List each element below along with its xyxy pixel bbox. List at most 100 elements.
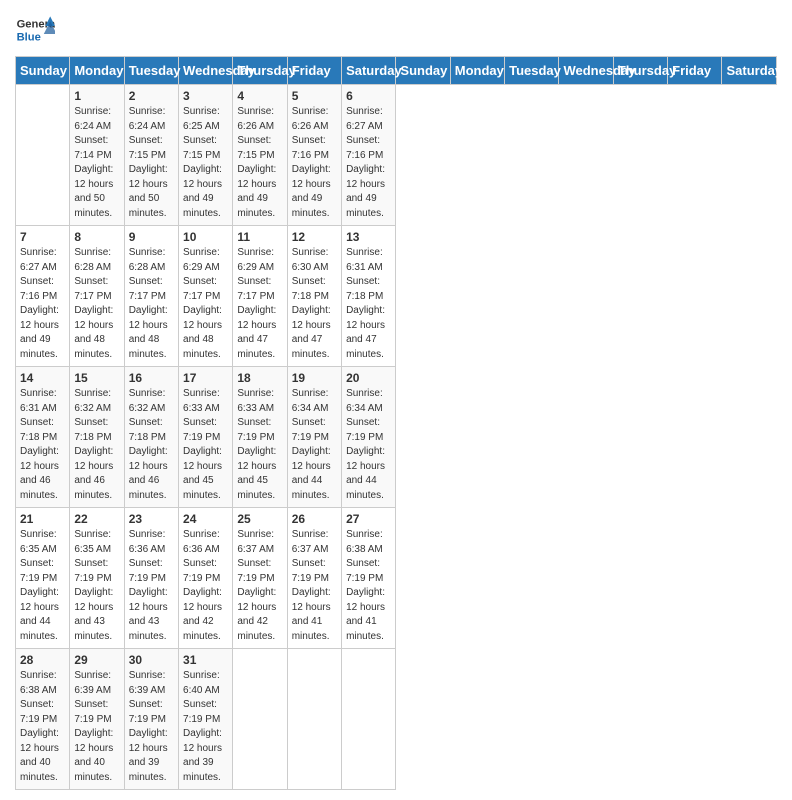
daylight-label: Daylight: 12 hours and 42 minutes. [237, 587, 276, 642]
daylight-label: Daylight: 12 hours and 49 minutes. [346, 164, 385, 219]
daylight-label: Daylight: 12 hours and 43 minutes. [74, 587, 113, 642]
daylight-label: Daylight: 12 hours and 39 minutes. [129, 728, 168, 783]
sunrise-label: Sunrise: 6:29 AM [183, 247, 220, 273]
day-number: 29 [74, 653, 119, 667]
day-number: 25 [237, 512, 282, 526]
daylight-label: Daylight: 12 hours and 40 minutes. [74, 728, 113, 783]
calendar-week-3: 14 Sunrise: 6:31 AMSunset: 7:18 PMDayligh… [16, 367, 777, 508]
calendar-cell: 30Sunrise: 6:39 AMSunset: 7:19 PMDayligh… [124, 649, 178, 790]
calendar-cell: 21Sunrise: 6:35 AMSunset: 7:19 PMDayligh… [16, 508, 70, 649]
day-number: 14 [20, 371, 65, 385]
sunrise-label: Sunrise: 6:30 AM [292, 247, 329, 273]
calendar-cell: 19Sunrise: 6:34 AMSunset: 7:19 PMDayligh… [287, 367, 341, 508]
sunset-label: Sunset: 7:19 PM [74, 558, 111, 584]
day-info: Sunrise: 6:29 AMSunset: 7:17 PMDaylight:… [237, 246, 282, 362]
calendar-cell: 14 Sunrise: 6:31 AMSunset: 7:18 PMDayligh… [16, 367, 70, 508]
day-number: 6 [346, 89, 391, 103]
sunrise-label: Sunrise: 6:38 AM [346, 529, 383, 555]
calendar-header-row: SundayMondayTuesdayWednesdayThursdayFrid… [16, 57, 777, 85]
day-number: 27 [346, 512, 391, 526]
svg-text:Blue: Blue [17, 31, 41, 43]
day-number: 4 [237, 89, 282, 103]
day-number: 12 [292, 230, 337, 244]
day-number: 19 [292, 371, 337, 385]
calendar-table: SundayMondayTuesdayWednesdayThursdayFrid… [15, 56, 777, 790]
sunset-label: Sunset: 7:17 PM [74, 276, 111, 302]
day-header-friday: Friday [668, 57, 722, 85]
sunset-label: Sunset: 7:17 PM [183, 276, 220, 302]
calendar-cell: 11 Sunrise: 6:29 AMSunset: 7:17 PMDayligh… [233, 226, 287, 367]
day-number: 24 [183, 512, 228, 526]
sunset-label: Sunset: 7:19 PM [292, 558, 329, 584]
day-info: Sunrise: 6:31 AMSunset: 7:18 PMDaylight:… [20, 387, 65, 503]
day-info: Sunrise: 6:31 AMSunset: 7:18 PMDaylight:… [346, 246, 391, 362]
sunrise-label: Sunrise: 6:40 AM [183, 670, 220, 696]
daylight-label: Daylight: 12 hours and 46 minutes. [74, 446, 113, 501]
sunset-label: Sunset: 7:19 PM [183, 417, 220, 443]
day-number: 11 [237, 230, 282, 244]
day-number: 10 [183, 230, 228, 244]
calendar-cell: 31Sunrise: 6:40 AMSunset: 7:19 PMDayligh… [179, 649, 233, 790]
day-number: 9 [129, 230, 174, 244]
day-header-wednesday: Wednesday [559, 57, 613, 85]
sunset-label: Sunset: 7:17 PM [237, 276, 274, 302]
day-info: Sunrise: 6:33 AMSunset: 7:19 PMDaylight:… [237, 387, 282, 503]
calendar-cell: 13Sunrise: 6:31 AMSunset: 7:18 PMDayligh… [342, 226, 396, 367]
calendar-week-2: 7 Sunrise: 6:27 AMSunset: 7:16 PMDaylight… [16, 226, 777, 367]
calendar-cell [287, 649, 341, 790]
day-info: Sunrise: 6:28 AMSunset: 7:17 PMDaylight:… [74, 246, 119, 362]
day-info: Sunrise: 6:28 AMSunset: 7:17 PMDaylight:… [129, 246, 174, 362]
day-info: Sunrise: 6:32 AMSunset: 7:18 PMDaylight:… [74, 387, 119, 503]
calendar-week-1: 1Sunrise: 6:24 AMSunset: 7:14 PMDaylight… [16, 85, 777, 226]
sunrise-label: Sunrise: 6:28 AM [129, 247, 166, 273]
sunrise-label: Sunrise: 6:26 AM [237, 106, 274, 132]
day-header-monday: Monday [450, 57, 504, 85]
day-number: 1 [74, 89, 119, 103]
calendar-cell: 22 Sunrise: 6:35 AM Sunset: 7:19 PM Dayligh… [70, 508, 124, 649]
day-number: 23 [129, 512, 174, 526]
day-info: Sunrise: 6:36 AMSunset: 7:19 PMDaylight:… [129, 528, 174, 644]
calendar-cell: 6Sunrise: 6:27 AMSunset: 7:16 PMDaylight… [342, 85, 396, 226]
day-info: Sunrise: 6:38 AMSunset: 7:19 PMDaylight:… [20, 669, 65, 785]
day-number: 7 [20, 230, 65, 244]
sunset-label: Sunset: 7:19 PM [183, 558, 220, 584]
page-header: General Blue [15, 10, 777, 50]
sunrise-label: Sunrise: 6:39 AM [129, 670, 166, 696]
sunrise-label: Sunrise: 6:35 AM [74, 529, 111, 555]
daylight-label: Daylight: 12 hours and 41 minutes. [292, 587, 331, 642]
daylight-label: Daylight: 12 hours and 46 minutes. [20, 446, 59, 501]
calendar-cell: 5Sunrise: 6:26 AMSunset: 7:16 PMDaylight… [287, 85, 341, 226]
day-number: 26 [292, 512, 337, 526]
day-info: Sunrise: 6:37 AMSunset: 7:19 PMDaylight:… [292, 528, 337, 644]
daylight-label: Daylight: 12 hours and 42 minutes. [183, 587, 222, 642]
day-info: Sunrise: 6:25 AMSunset: 7:15 PMDaylight:… [183, 105, 228, 221]
daylight-label: Daylight: 12 hours and 50 minutes. [129, 164, 168, 219]
daylight-label: Daylight: 12 hours and 39 minutes. [183, 728, 222, 783]
day-header-sunday: Sunday [16, 57, 70, 85]
day-info: Sunrise: 6:36 AMSunset: 7:19 PMDaylight:… [183, 528, 228, 644]
daylight-label: Daylight: 12 hours and 49 minutes. [20, 305, 59, 360]
sunset-label: Sunset: 7:19 PM [237, 558, 274, 584]
day-info: Sunrise: 6:27 AMSunset: 7:16 PMDaylight:… [20, 246, 65, 362]
day-number: 22 [74, 512, 119, 526]
calendar-cell: 18Sunrise: 6:33 AMSunset: 7:19 PMDayligh… [233, 367, 287, 508]
calendar-week-4: 21Sunrise: 6:35 AMSunset: 7:19 PMDayligh… [16, 508, 777, 649]
calendar-cell: 23 Sunrise: 6:36 AMSunset: 7:19 PMDayligh… [124, 508, 178, 649]
daylight-label: Daylight: 12 hours and 48 minutes. [74, 305, 113, 360]
sunset-label: Sunset: 7:19 PM [20, 699, 57, 725]
day-number: 28 [20, 653, 65, 667]
daylight-label: Daylight: 12 hours and 44 minutes. [292, 446, 331, 501]
daylight-label: Daylight: 12 hours and 44 minutes. [346, 446, 385, 501]
sunset-label: Sunset: 7:16 PM [20, 276, 57, 302]
sunset-label: Sunset: 7:19 PM [129, 558, 166, 584]
day-header-tuesday: Tuesday [505, 57, 559, 85]
sunset-label: Sunset: 7:19 PM [346, 558, 383, 584]
daylight-label: Daylight: 12 hours and 49 minutes. [183, 164, 222, 219]
sunset-label: Sunset: 7:19 PM [129, 699, 166, 725]
daylight-label: Daylight: 12 hours and 49 minutes. [292, 164, 331, 219]
calendar-cell: 12Sunrise: 6:30 AMSunset: 7:18 PMDayligh… [287, 226, 341, 367]
day-info: Sunrise: 6:24 AMSunset: 7:15 PMDaylight:… [129, 105, 174, 221]
sunset-label: Sunset: 7:18 PM [20, 417, 57, 443]
day-info: Sunrise: 6:26 AMSunset: 7:16 PMDaylight:… [292, 105, 337, 221]
calendar-cell [233, 649, 287, 790]
